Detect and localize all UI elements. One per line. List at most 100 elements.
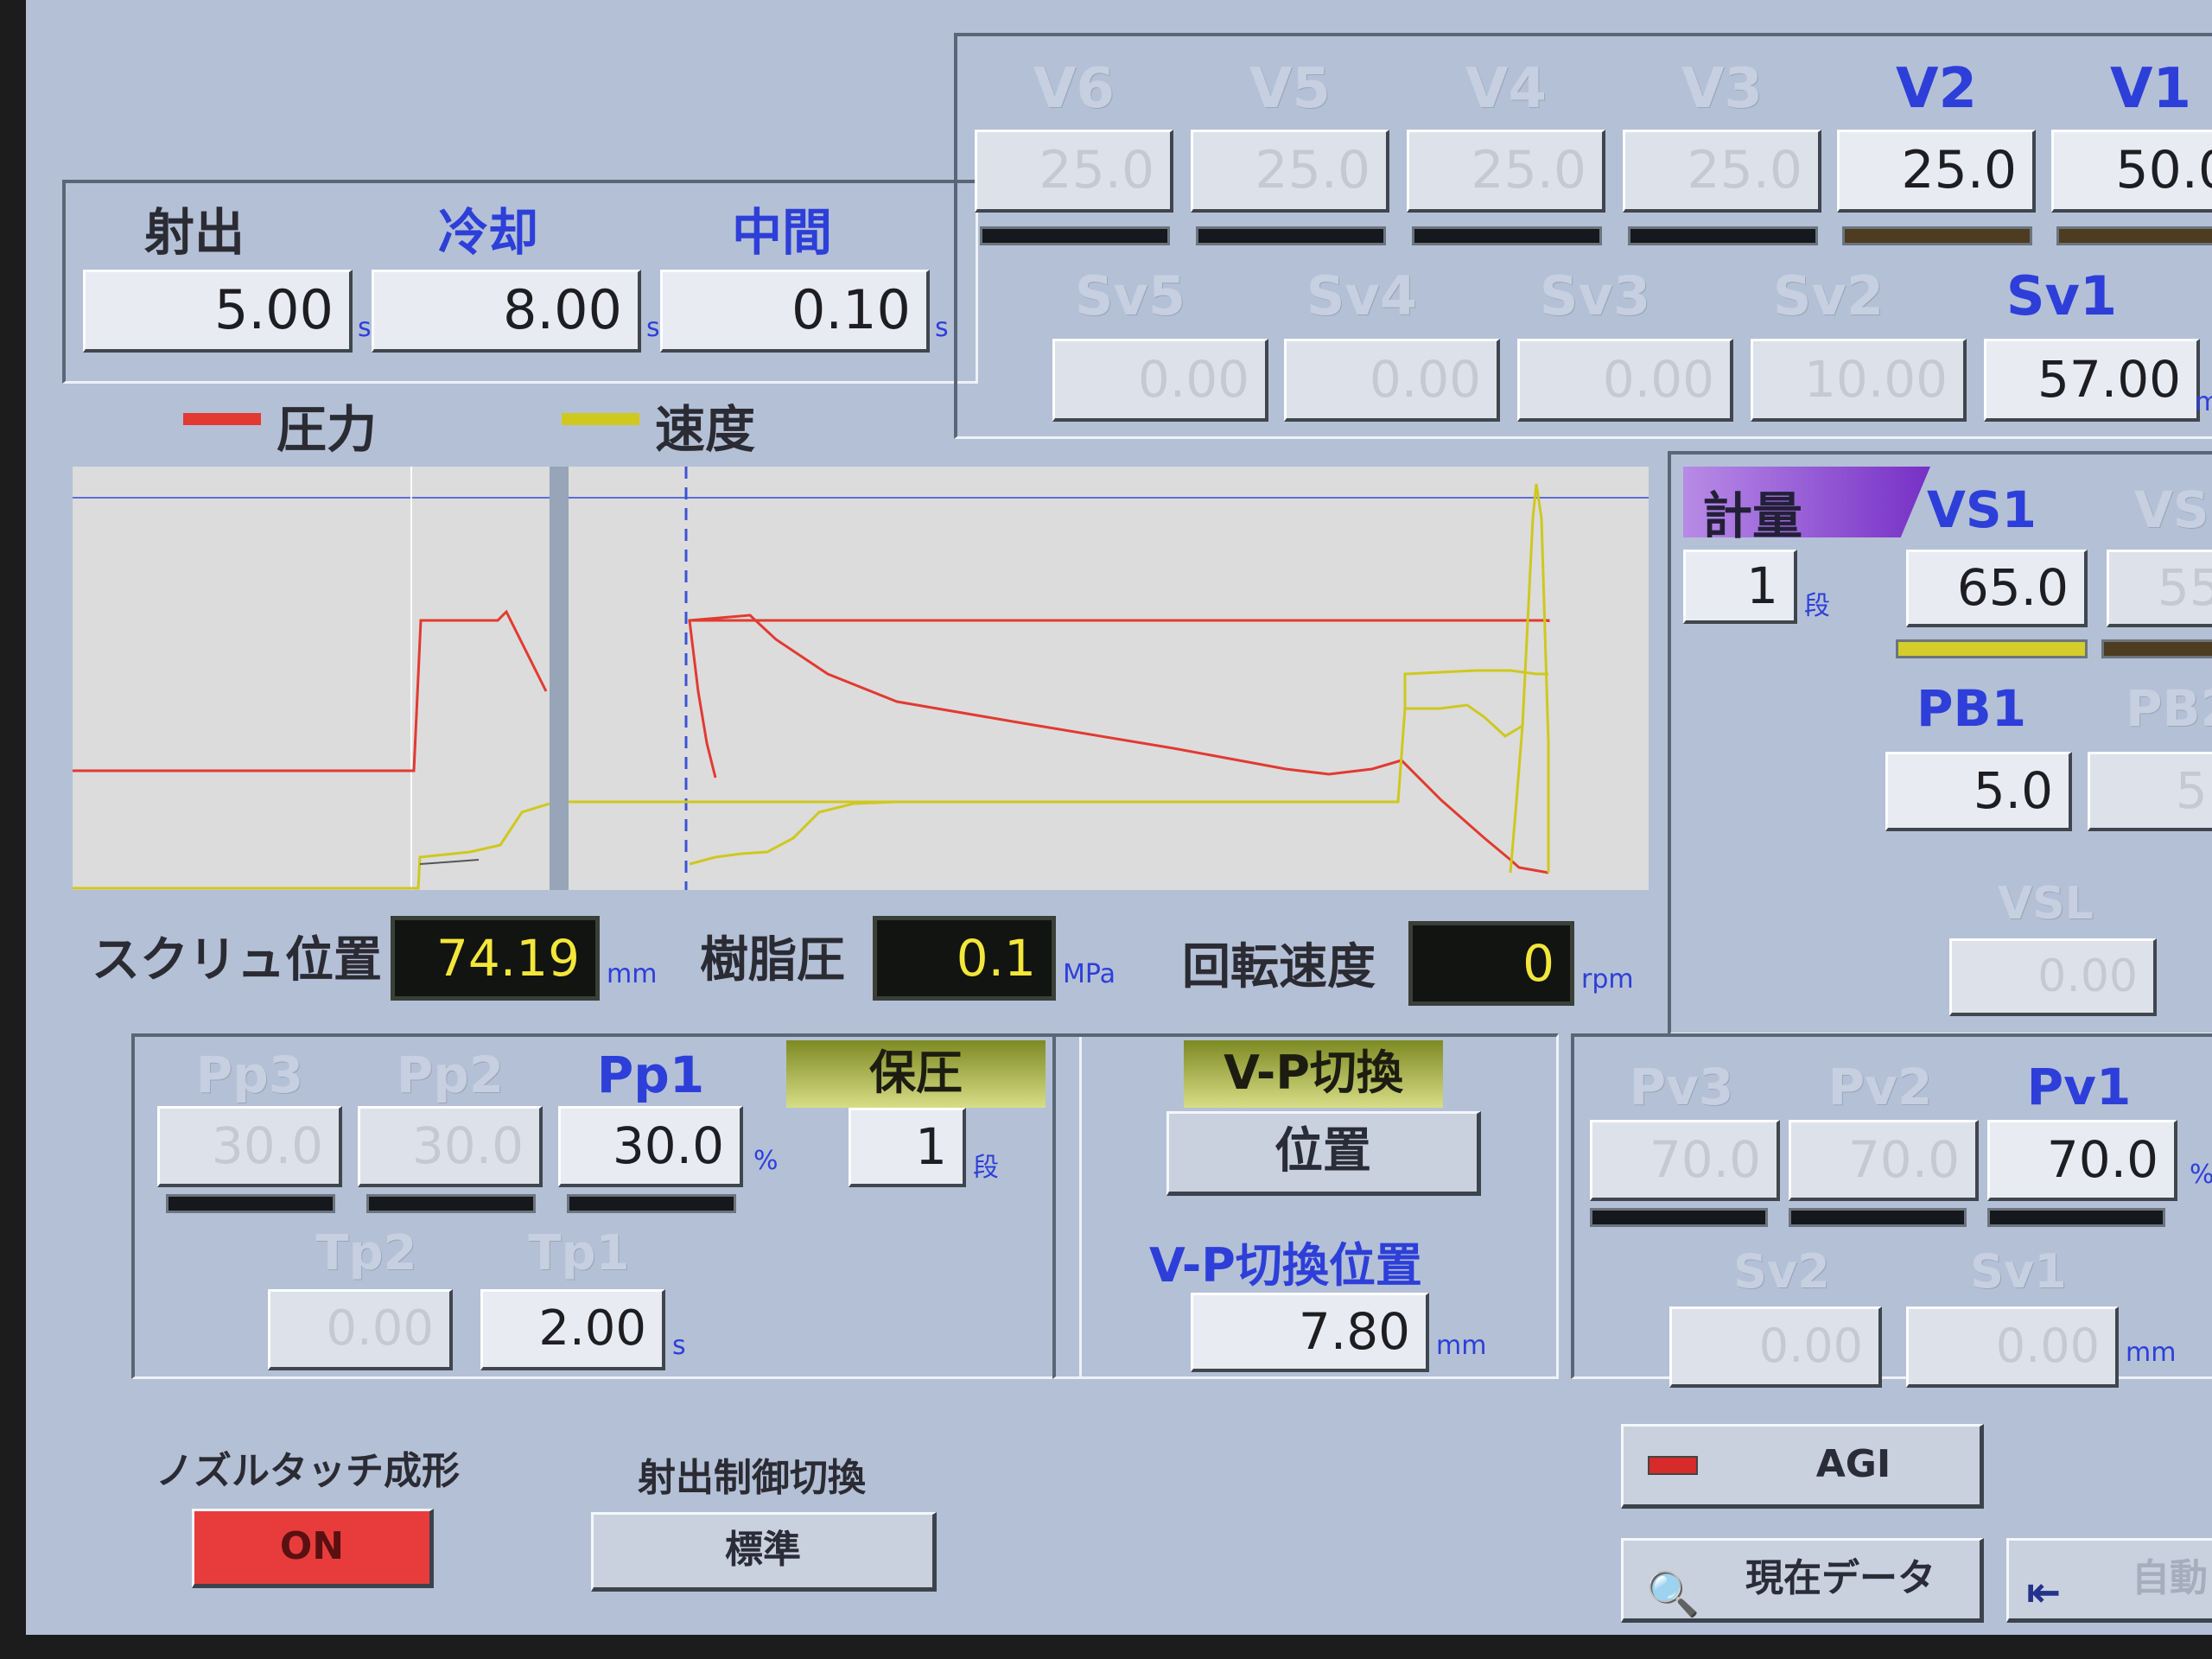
cool-time-field[interactable]: 8.00 [372, 270, 641, 353]
vp-switch-position-unit: mm [1436, 1331, 1487, 1361]
graph-divider [550, 467, 569, 890]
hold-label-pp3: Pp3 [195, 1046, 304, 1104]
pv-position-label-sv2: Sv2 [1733, 1244, 1830, 1299]
pb2-label: PB2 [2126, 679, 2212, 738]
hold-bar-pp1 [567, 1194, 736, 1213]
pressure-curve-left [73, 609, 548, 772]
agi-button[interactable]: AGI [1621, 1424, 1984, 1509]
speed-spike-right [1509, 483, 1550, 874]
position-label-sv2: Sv2 [1772, 264, 1885, 327]
position-field-sv1[interactable]: 57.00 [1984, 339, 2200, 422]
pv-field-pv2[interactable]: 70.0 [1789, 1120, 1979, 1201]
auto-button[interactable]: ⇤ 自動 [2006, 1538, 2212, 1623]
magnifier-icon: 🔍 [1646, 1569, 1700, 1619]
mid-time-unit: s [935, 313, 949, 343]
waveform-graph-left [73, 467, 550, 890]
mid-time-label: 中間 [731, 203, 832, 262]
hold-time-field-tp2[interactable]: 0.00 [268, 1289, 453, 1370]
cool-time-label: 冷却 [437, 203, 538, 262]
pv-field-pv3[interactable]: 70.0 [1590, 1120, 1780, 1201]
pv-label-pv1: Pv1 [2026, 1058, 2132, 1116]
speed-ramp-right [689, 800, 898, 866]
vs2-field[interactable]: 55.0 [2107, 550, 2212, 627]
pv-position-label-sv1: Sv1 [1970, 1244, 2067, 1299]
auto-arrow-icon: ⇤ [2026, 1568, 2062, 1617]
position-field-sv3[interactable]: 0.00 [1517, 339, 1733, 422]
vs1-field[interactable]: 65.0 [1906, 550, 2088, 627]
screw-position-label: スクリュ位置 [92, 932, 382, 988]
inject-time-label: 射出 [143, 203, 245, 262]
velocity-field-v3[interactable]: 25.0 [1623, 130, 1821, 213]
velocity-bar-v6 [980, 226, 1170, 245]
hold-time-field-tp1[interactable]: 2.00 [480, 1289, 665, 1370]
velocity-bar-v4 [1412, 226, 1602, 245]
velocity-field-v6[interactable]: 25.0 [975, 130, 1173, 213]
resin-pressure-unit: MPa [1063, 959, 1116, 989]
hold-stage-field[interactable]: 1 [849, 1108, 966, 1187]
rotation-speed-label: 回転速度 [1182, 939, 1376, 995]
speed-detail-left [419, 859, 480, 865]
inject-time-field[interactable]: 5.00 [83, 270, 353, 353]
pb1-field[interactable]: 5.0 [1885, 752, 2072, 831]
pb2-field[interactable]: 5.0 [2088, 752, 2212, 831]
screw-position-unit: mm [607, 959, 658, 989]
velocity-field-v1[interactable]: 50.0 [2051, 130, 2212, 213]
current-data-button[interactable]: 🔍 現在データ [1621, 1538, 1984, 1623]
vs1-label: VS1 [1927, 480, 2037, 539]
metering-stage-field[interactable]: 1 [1683, 550, 1797, 624]
pb1-label: PB1 [1916, 679, 2027, 738]
hold-time-unit: s [672, 1331, 686, 1361]
pv-label-pv3: Pv3 [1629, 1058, 1734, 1116]
resin-pressure-label: 樹脂圧 [700, 932, 845, 988]
velocity-bar-v3 [1628, 226, 1818, 245]
velocity-field-v5[interactable]: 25.0 [1191, 130, 1389, 213]
hold-bar-pp3 [166, 1194, 335, 1213]
nozzle-touch-label: ノズルタッチ成形 [156, 1449, 460, 1493]
hold-field-pp1[interactable]: 30.0 [558, 1106, 743, 1187]
velocity-field-v4[interactable]: 25.0 [1407, 130, 1605, 213]
vs2-bar [2101, 639, 2212, 658]
position-field-sv4[interactable]: 0.00 [1284, 339, 1500, 422]
vp-switch-position-field[interactable]: 7.80 [1191, 1293, 1429, 1372]
position-label-sv1: Sv1 [2005, 264, 2118, 327]
injection-control-button[interactable]: 標準 [591, 1512, 937, 1592]
current-data-label: 現在データ [1745, 1556, 1936, 1600]
pv-bar-pv3 [1590, 1208, 1768, 1227]
speed-curve-left [73, 802, 550, 890]
velocity-field-v2[interactable]: 25.0 [1837, 130, 2036, 213]
speed-curve-right-hold [1403, 669, 1548, 709]
pv-unit: % [2190, 1160, 2212, 1190]
mid-time-field[interactable]: 0.10 [660, 270, 930, 353]
velocity-label-v4: V4 [1465, 57, 1548, 121]
vsl-field[interactable]: 0.00 [1949, 938, 2157, 1016]
metering-stage-unit: 段 [1804, 591, 1830, 621]
pv-bar-pv2 [1789, 1208, 1967, 1227]
velocity-bar-v1 [2056, 226, 2212, 245]
metering-title: 計量 [1702, 486, 1803, 545]
agi-indicator-icon [1648, 1456, 1698, 1475]
hold-field-pp3[interactable]: 30.0 [157, 1106, 342, 1187]
vp-switch-mode-button[interactable]: 位置 [1166, 1111, 1481, 1196]
position-label-sv4: Sv4 [1306, 264, 1418, 327]
velocity-label-v3: V3 [1681, 57, 1764, 121]
velocity-label-v6: V6 [1033, 57, 1116, 121]
pv-field-pv1[interactable]: 70.0 [1987, 1120, 2177, 1201]
speed-curve-right [569, 703, 1523, 804]
pressure-drop-right [688, 620, 717, 779]
vs2-label: VS2 [2134, 480, 2212, 539]
velocity-bar-v2 [1842, 226, 2032, 245]
hold-bar-pp2 [366, 1194, 536, 1213]
pv-position-field-sv1[interactable]: 0.00 [1906, 1306, 2119, 1388]
velocity-label-v1: V1 [2109, 57, 2192, 121]
pv-bar-pv1 [1987, 1208, 2165, 1227]
hold-stage-unit: 段 [973, 1153, 999, 1183]
hold-label-pp2: Pp2 [396, 1046, 505, 1104]
nozzle-touch-on-button[interactable]: ON [192, 1509, 434, 1588]
position-field-sv2[interactable]: 10.00 [1751, 339, 1967, 422]
pv-position-field-sv2[interactable]: 0.00 [1669, 1306, 1882, 1388]
hold-field-pp2[interactable]: 30.0 [358, 1106, 543, 1187]
position-field-sv5[interactable]: 0.00 [1052, 339, 1268, 422]
hold-label-pp1: Pp1 [596, 1046, 705, 1104]
hold-time-label-tp1: Tp1 [528, 1225, 630, 1281]
auto-label: 自動 [2132, 1556, 2208, 1600]
